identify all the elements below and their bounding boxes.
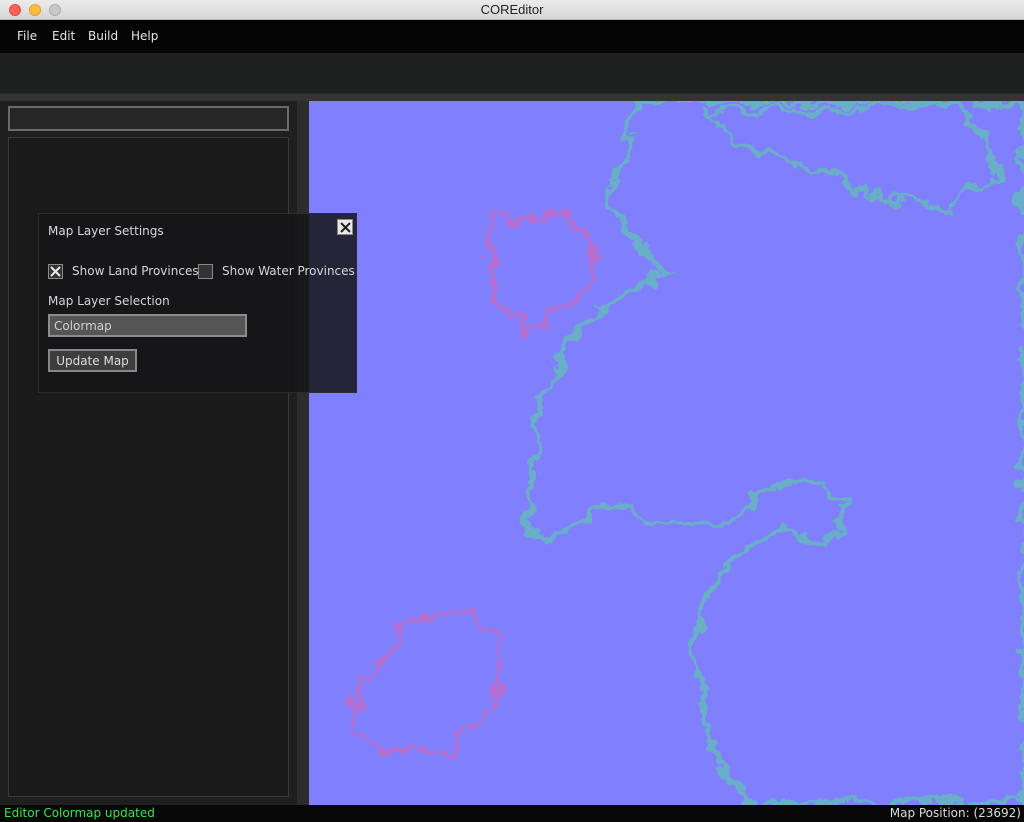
show-water-checkbox[interactable]	[198, 264, 213, 279]
menu-build[interactable]: Build	[88, 29, 118, 43]
update-map-button[interactable]: Update Map	[48, 349, 137, 372]
left-panel	[0, 101, 297, 805]
menu-edit[interactable]: Edit	[52, 29, 75, 43]
menu-help[interactable]: Help	[131, 29, 158, 43]
panel-search-input[interactable]	[8, 106, 289, 131]
map-layer-settings-dialog: Map Layer Settings Show Land Provinces S…	[38, 213, 357, 393]
map-viewport[interactable]	[309, 101, 1024, 805]
window-title: COREditor	[480, 2, 544, 17]
panel-splitter[interactable]	[297, 101, 309, 805]
menu-file[interactable]: File	[17, 29, 37, 43]
toolbar-divider	[0, 94, 1024, 101]
show-land-checkbox[interactable]	[48, 264, 63, 279]
map-layer-select[interactable]: Colormap	[48, 314, 247, 337]
show-land-label: Show Land Provinces	[72, 264, 199, 278]
map-position-readout: Map Position: (23692)	[889, 806, 1021, 820]
menu-bar: File Edit Build Help	[0, 20, 1024, 53]
dialog-title: Map Layer Settings	[48, 224, 164, 238]
checkbox-checked-icon	[50, 266, 61, 277]
toolbar	[0, 53, 1024, 94]
show-water-label: Show Water Provinces	[222, 264, 355, 278]
close-icon[interactable]	[337, 219, 353, 235]
map-normalmap	[309, 101, 1024, 805]
status-message: Editor Colormap updated	[4, 806, 155, 820]
status-bar: Editor Colormap updated Map Position: (2…	[0, 805, 1024, 822]
window-titlebar: COREditor	[0, 0, 1024, 20]
map-layer-selection-label: Map Layer Selection	[48, 294, 170, 308]
